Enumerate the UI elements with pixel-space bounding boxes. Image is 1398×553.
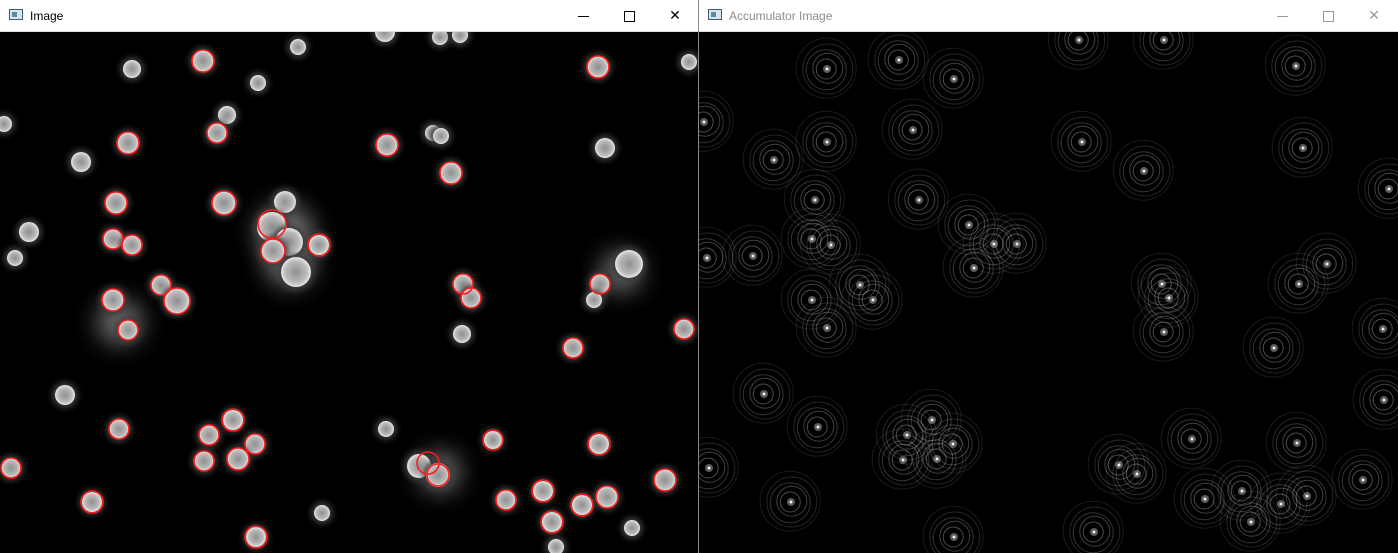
accumulator-peak	[881, 98, 943, 160]
accumulator-peak	[699, 226, 737, 288]
accumulator-peak	[742, 128, 804, 190]
cell	[314, 505, 330, 521]
cell	[572, 495, 592, 515]
accumulator-peak	[1132, 32, 1194, 70]
accumulator-peak	[1351, 297, 1398, 359]
maximize-icon[interactable]	[1305, 0, 1351, 32]
close-icon[interactable]: ✕	[1351, 0, 1397, 32]
minimize-icon[interactable]	[560, 0, 606, 32]
accumulator-peak	[1264, 34, 1326, 96]
accumulator-peak	[1112, 139, 1174, 201]
cell	[223, 410, 243, 430]
accumulator-peak	[1357, 157, 1398, 219]
accumulator-canvas	[699, 32, 1398, 553]
cell	[595, 138, 615, 158]
accumulator-window-title: Accumulator Image	[729, 9, 833, 23]
accumulator-peak	[799, 213, 861, 275]
image-window-titlebar[interactable]: Image ✕	[0, 0, 698, 32]
accumulator-rings	[699, 32, 1398, 553]
cell	[71, 152, 91, 172]
cell	[533, 481, 553, 501]
cell	[484, 431, 502, 449]
image-canvas	[0, 32, 698, 553]
cell	[681, 54, 697, 70]
background-glow	[98, 204, 641, 492]
accumulator-window[interactable]: Accumulator Image ✕	[699, 0, 1398, 553]
cells-image	[0, 32, 698, 553]
cell	[290, 39, 306, 55]
accumulator-peak	[922, 505, 984, 553]
accumulator-peak	[1130, 252, 1192, 314]
accumulator-peak	[937, 193, 999, 255]
accumulator-peak	[922, 47, 984, 109]
cell	[624, 520, 640, 536]
app-window-icon	[708, 9, 722, 20]
maximize-icon[interactable]	[606, 0, 652, 32]
accumulator-peak	[1242, 316, 1304, 378]
accumulator-peak	[1105, 442, 1167, 504]
cell	[55, 385, 75, 405]
cell	[82, 492, 102, 512]
accumulator-peak	[1160, 407, 1222, 469]
accumulator-peak	[1050, 110, 1112, 172]
cell	[281, 257, 311, 287]
accumulator-peak	[721, 224, 783, 286]
cell	[589, 434, 609, 454]
image-window-title: Image	[30, 9, 64, 23]
accumulator-peak	[1047, 32, 1109, 70]
cell	[7, 250, 23, 266]
accumulator-peak	[1265, 411, 1327, 473]
app-window-icon	[9, 9, 23, 20]
cell	[123, 60, 141, 78]
cell	[378, 421, 394, 437]
cell	[433, 128, 449, 144]
cell	[274, 191, 296, 213]
cell	[309, 235, 329, 255]
minimize-icon[interactable]	[1259, 0, 1305, 32]
accumulator-peak	[1062, 500, 1124, 553]
accumulator-peak	[1295, 232, 1357, 294]
accumulator-peak	[795, 110, 857, 172]
cell	[453, 325, 471, 343]
accumulator-peak	[699, 90, 734, 152]
image-window[interactable]: Image ✕	[0, 0, 699, 553]
accumulator-peak	[1331, 448, 1393, 510]
accumulator-peak	[732, 362, 794, 424]
cell	[250, 75, 266, 91]
cell	[19, 222, 39, 242]
cell	[246, 527, 266, 547]
cell	[542, 512, 562, 532]
accumulator-peak	[887, 168, 949, 230]
accumulator-peak	[1271, 116, 1333, 178]
accumulator-peak	[786, 395, 848, 457]
accumulator-image	[699, 32, 1398, 553]
accumulator-peak	[795, 37, 857, 99]
cell	[615, 250, 643, 278]
accumulator-peak	[759, 470, 821, 532]
accumulator-peak	[867, 32, 929, 90]
close-icon[interactable]: ✕	[652, 0, 698, 32]
accumulator-peak	[699, 436, 739, 498]
accumulator-peak	[1173, 467, 1235, 529]
accumulator-window-titlebar[interactable]: Accumulator Image ✕	[699, 0, 1398, 32]
accumulator-peak	[1352, 368, 1398, 430]
